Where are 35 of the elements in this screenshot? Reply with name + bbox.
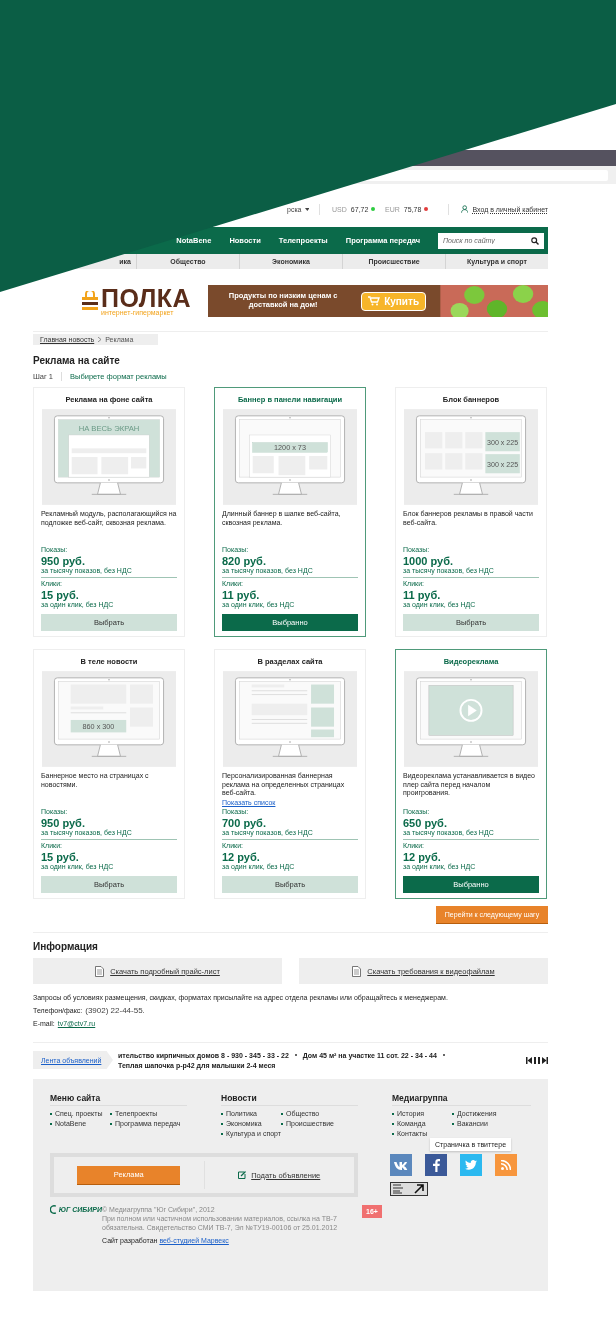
- phone-number: (3902) 22-44-55.: [85, 1006, 145, 1015]
- next-icon[interactable]: [542, 1056, 548, 1064]
- footer-heading: Новости: [221, 1093, 358, 1106]
- views-price: 1000 руб.: [403, 554, 455, 567]
- views-price: 700 руб.: [222, 816, 267, 829]
- cart-icon: [368, 296, 381, 306]
- views-price: 950 руб.: [41, 554, 86, 567]
- chevron-icon: [98, 337, 102, 342]
- caret-icon: [304, 207, 310, 211]
- clicks-price: 12 руб.: [222, 850, 261, 863]
- search-icon[interactable]: [531, 236, 539, 245]
- clicks-price: 12 руб.: [403, 850, 442, 863]
- brand-name: ПОЛКА: [101, 286, 192, 311]
- views-price: 820 руб.: [222, 554, 267, 567]
- views-price: 950 руб.: [41, 816, 86, 829]
- section-title: Информация: [33, 941, 99, 953]
- clicks-price: 15 руб.: [41, 588, 80, 601]
- previous-icon[interactable]: [526, 1056, 532, 1064]
- facebook-icon[interactable]: [425, 1154, 447, 1176]
- clicks-price: 11 руб.: [222, 588, 261, 601]
- views-price: 650 руб.: [403, 816, 448, 829]
- edit-icon: [238, 1171, 247, 1179]
- user-icon: [461, 205, 469, 213]
- pause-icon[interactable]: [534, 1056, 540, 1064]
- bag-icon: [82, 291, 98, 311]
- monitor-drawing: НА ВЕСЬ ЭКРАН: [42, 409, 176, 505]
- page-title: Реклама на сайте: [33, 355, 121, 367]
- clicks-price: 15 руб.: [41, 850, 80, 863]
- counter-icon[interactable]: [390, 1182, 428, 1196]
- document-icon: [95, 965, 105, 977]
- footer-heading: Меню сайта: [50, 1093, 187, 1106]
- footer-heading: Медиагруппа: [392, 1093, 531, 1106]
- vk-icon[interactable]: [390, 1154, 412, 1176]
- clicks-price: 11 руб.: [403, 588, 442, 601]
- document-icon: [352, 965, 362, 977]
